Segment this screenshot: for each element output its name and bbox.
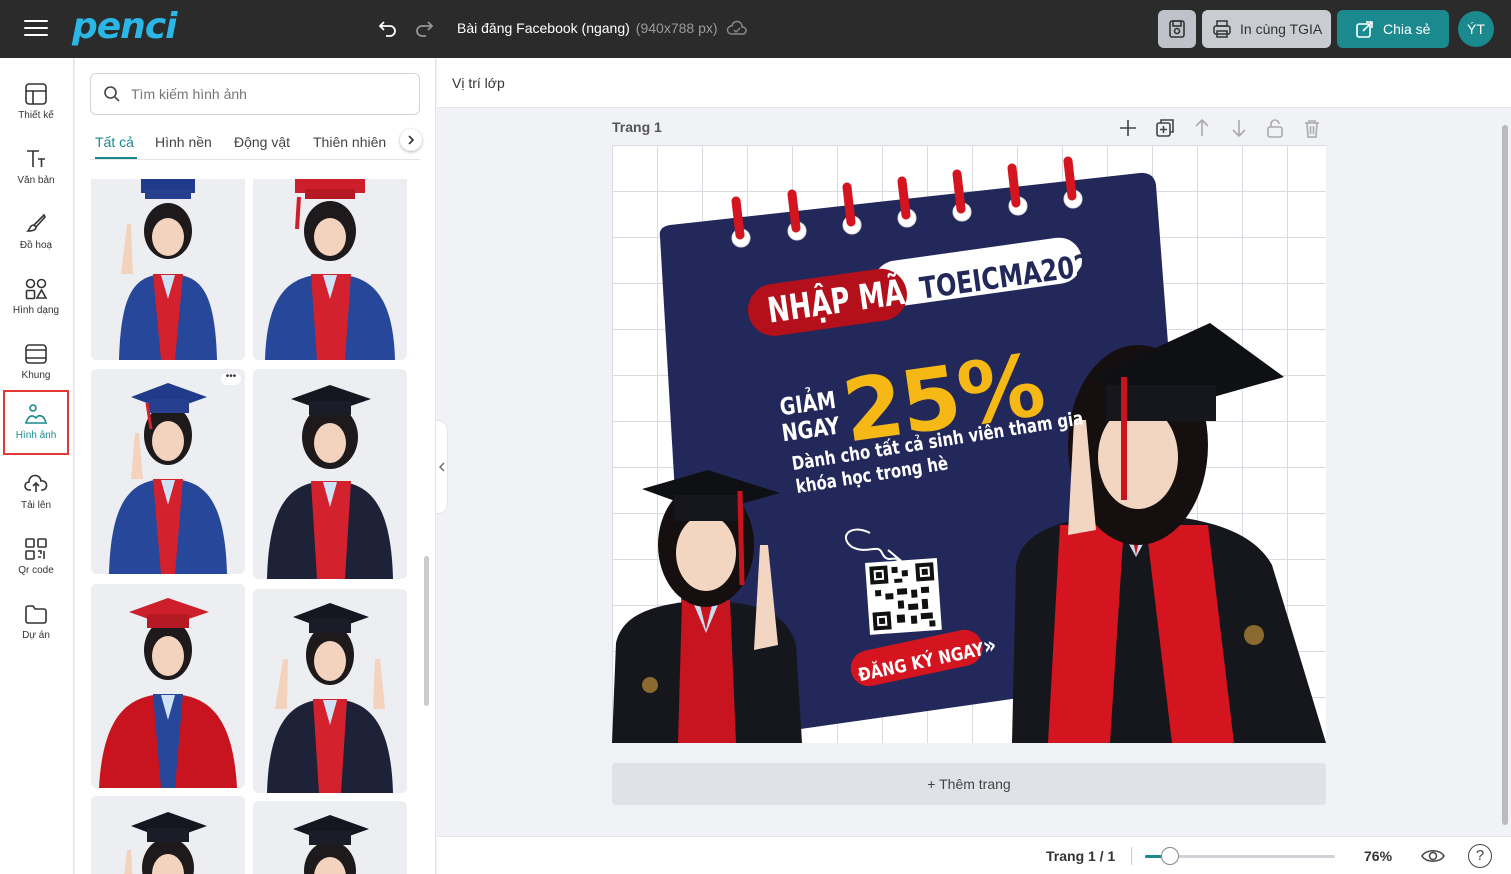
image-thumbnail[interactable]: ••• xyxy=(91,369,245,574)
collapse-panel-button[interactable] xyxy=(436,420,448,514)
text-icon xyxy=(27,150,45,167)
qr-icon xyxy=(25,538,47,560)
rail-item-frame[interactable]: Khung xyxy=(4,332,68,394)
layer-toolbar: Vị trí lớp xyxy=(437,58,1511,108)
frame-icon xyxy=(25,344,47,364)
rail-label-upload: Tải lên xyxy=(20,500,51,511)
image-thumbnail[interactable] xyxy=(253,801,407,874)
category-tabs: Tất cả Hình nền Động vật Thiên nhiên xyxy=(90,128,420,160)
folder-icon xyxy=(25,605,47,624)
print-button[interactable]: In cùng TGIA xyxy=(1202,10,1331,48)
document-title[interactable]: Bài đăng Facebook (ngang) (940x788 px) xyxy=(457,20,718,36)
rail-label-shapes: Hình dạng xyxy=(12,305,60,316)
lock-icon[interactable] xyxy=(1264,117,1286,139)
more-options-button[interactable]: ••• xyxy=(221,372,241,385)
graduate-photo xyxy=(253,801,407,874)
undo-icon[interactable] xyxy=(376,16,400,40)
printer-icon xyxy=(1213,20,1231,38)
rail-item-graphics[interactable]: Đồ hoạ xyxy=(4,202,68,264)
share-button[interactable]: Chia sẻ xyxy=(1337,10,1449,48)
chevron-right-icon xyxy=(408,135,415,145)
active-tab-indicator xyxy=(95,157,137,159)
canvas-scrollbar[interactable] xyxy=(1502,125,1508,825)
trash-icon[interactable] xyxy=(1301,117,1323,139)
page-counter: Trang 1 / 1 xyxy=(1046,848,1116,864)
document-size: (940x788 px) xyxy=(635,20,718,36)
redo-icon[interactable] xyxy=(412,16,436,40)
image-thumbnail[interactable] xyxy=(253,589,407,793)
user-avatar[interactable]: ÝT xyxy=(1458,11,1494,47)
graduate-photo xyxy=(91,584,245,788)
graduate-photo xyxy=(253,369,407,579)
zoom-slider-handle[interactable] xyxy=(1160,847,1179,865)
image-thumbnail[interactable] xyxy=(91,584,245,788)
arrow-down-icon[interactable] xyxy=(1228,117,1250,139)
page-title: Trang 1 xyxy=(612,119,662,135)
search-icon xyxy=(104,86,120,102)
image-thumbnail[interactable] xyxy=(253,179,407,360)
rail-label-images: Hình ảnh xyxy=(15,430,57,441)
rail-label-design: Thiết kế xyxy=(18,110,54,121)
share-icon xyxy=(1356,21,1373,38)
rail-label-frame: Khung xyxy=(21,370,51,381)
rail-item-upload[interactable]: Tải lên xyxy=(4,462,68,524)
rail-label-graphics: Đồ hoạ xyxy=(19,240,53,251)
divider xyxy=(1131,847,1132,865)
rail-label-text: Văn bản xyxy=(17,175,55,186)
brush-icon xyxy=(26,213,46,232)
menu-icon[interactable] xyxy=(24,20,48,38)
tabs-next-button[interactable] xyxy=(400,129,422,151)
graduate-photo xyxy=(91,796,245,874)
graduate-photo xyxy=(91,369,245,574)
rail-label-projects: Dự án xyxy=(22,630,50,641)
bottom-bar: Trang 1 / 1 76% ? xyxy=(437,836,1511,874)
design-canvas[interactable]: NHẬP MÃ: TOEICMA2025 25% GIẢM NGAY Dành … xyxy=(612,145,1326,743)
arrow-up-icon[interactable] xyxy=(1191,117,1213,139)
share-label: Chia sẻ xyxy=(1383,21,1431,37)
rail-item-shapes[interactable]: Hình dạng xyxy=(4,267,68,329)
search-input[interactable] xyxy=(131,86,391,102)
graduate-photo xyxy=(253,589,407,793)
cloud-sync-icon xyxy=(726,20,747,35)
rail-item-design[interactable]: Thiết kế xyxy=(4,72,68,134)
upload-icon xyxy=(24,474,48,492)
rail-item-qr[interactable]: Qr code xyxy=(4,527,68,589)
tab-animals[interactable]: Động vật xyxy=(234,134,290,150)
tab-nature[interactable]: Thiên nhiên xyxy=(313,134,386,150)
graduate-photo xyxy=(253,179,407,360)
image-thumbnail[interactable] xyxy=(91,179,245,360)
layout-icon xyxy=(25,83,47,105)
graduate-photo xyxy=(91,179,245,360)
rail-item-images[interactable]: Hình ảnh xyxy=(3,390,69,455)
help-icon[interactable]: ? xyxy=(1468,844,1492,868)
zoom-slider[interactable] xyxy=(1145,847,1335,865)
shapes-icon xyxy=(25,278,48,300)
image-icon xyxy=(24,404,48,424)
left-rail: Thiết kế Văn bản Đồ hoạ Hình dạng Khung … xyxy=(0,58,74,874)
duplicate-page-icon[interactable] xyxy=(1154,117,1176,139)
image-thumbnail[interactable] xyxy=(91,796,245,874)
save-button[interactable] xyxy=(1158,10,1196,48)
chevron-left-icon xyxy=(438,462,444,472)
panel-scrollbar[interactable] xyxy=(424,556,429,706)
image-panel: Tất cả Hình nền Động vật Thiên nhiên xyxy=(75,58,436,874)
app-logo[interactable]: penci xyxy=(72,6,177,47)
tab-all[interactable]: Tất cả xyxy=(95,134,134,150)
rail-item-text[interactable]: Văn bản xyxy=(4,137,68,199)
add-icon[interactable] xyxy=(1117,117,1139,139)
image-thumbnail[interactable] xyxy=(253,369,407,579)
top-bar: penci Bài đăng Facebook (ngang) (940x788 … xyxy=(0,0,1511,58)
add-page-button[interactable]: + Thêm trang xyxy=(612,763,1326,805)
preview-eye-icon[interactable] xyxy=(1421,846,1445,866)
document-name: Bài đăng Facebook (ngang) xyxy=(457,20,630,36)
layer-position-button[interactable]: Vị trí lớp xyxy=(452,75,505,91)
rail-item-projects[interactable]: Dự án xyxy=(4,592,68,654)
tab-backgrounds[interactable]: Hình nền xyxy=(155,134,212,150)
image-search[interactable] xyxy=(90,73,420,115)
zoom-value[interactable]: 76% xyxy=(1364,848,1392,864)
print-label: In cùng TGIA xyxy=(1240,21,1323,37)
rail-label-qr: Qr code xyxy=(18,565,54,576)
save-icon xyxy=(1169,20,1185,38)
